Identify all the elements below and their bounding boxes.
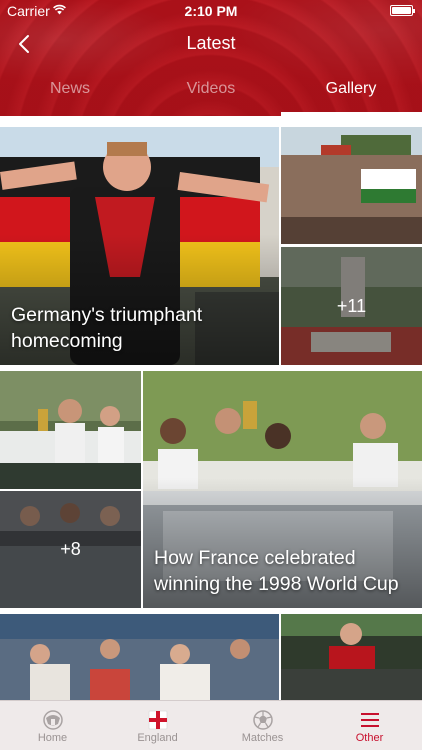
status-time: 2:10 PM [184, 3, 238, 19]
player-red-kit-image [281, 614, 422, 700]
gallery-story-france-hero[interactable]: How France celebrated winning the 1998 W… [143, 371, 422, 608]
more-photos-count: +8 [0, 491, 141, 608]
story-caption: How France celebrated winning the 1998 W… [154, 547, 399, 595]
active-tab-indicator [281, 112, 422, 116]
tab-gallery[interactable]: Gallery [281, 80, 421, 98]
tab-bar-matches[interactable]: Matches [210, 701, 315, 750]
football-home-icon [42, 710, 63, 730]
gallery-thumbnail-player[interactable] [281, 614, 422, 700]
gallery-story-germany-hero[interactable]: Germany's triumphant homecoming [0, 127, 279, 365]
gallery-more-photos-germany[interactable]: +11 [281, 247, 422, 365]
soccer-ball-icon [252, 710, 273, 730]
menu-icon [360, 713, 379, 727]
bottom-tab-bar: Home England Matches Other [0, 700, 422, 750]
gallery-thumbnail-crowd[interactable] [281, 127, 422, 244]
tab-videos[interactable]: Videos [141, 80, 281, 98]
battery-icon [390, 5, 415, 16]
fans-celebration-image [0, 614, 279, 700]
status-bar: Carrier 2:10 PM [0, 0, 422, 22]
story-caption: Germany's triumphant homecoming [11, 304, 203, 352]
page-title: Latest [186, 33, 236, 53]
section-tabs: News Videos Gallery [0, 66, 422, 116]
tab-bar-home[interactable]: Home [0, 701, 105, 750]
tab-bar-england[interactable]: England [105, 701, 210, 750]
tab-bar-other[interactable]: Other [317, 701, 422, 750]
tab-bar-label: Matches [241, 732, 284, 744]
tab-bar-label: Home [37, 732, 68, 744]
gallery-more-photos-france[interactable]: +8 [0, 491, 141, 608]
navigation-bar: Latest [0, 22, 422, 66]
tab-news[interactable]: News [0, 80, 140, 98]
crowd-image [281, 127, 422, 244]
app-header: Carrier 2:10 PM Latest News Videos Galle… [0, 0, 422, 116]
more-photos-count: +11 [281, 247, 422, 365]
france-trophy-image [0, 371, 141, 489]
gallery-thumbnail-trophy[interactable] [0, 371, 141, 489]
tab-bar-label: Other [355, 732, 384, 744]
england-flag-icon [148, 710, 167, 730]
gallery-story-fans-hero[interactable] [0, 614, 279, 700]
tab-bar-label: England [137, 732, 178, 744]
